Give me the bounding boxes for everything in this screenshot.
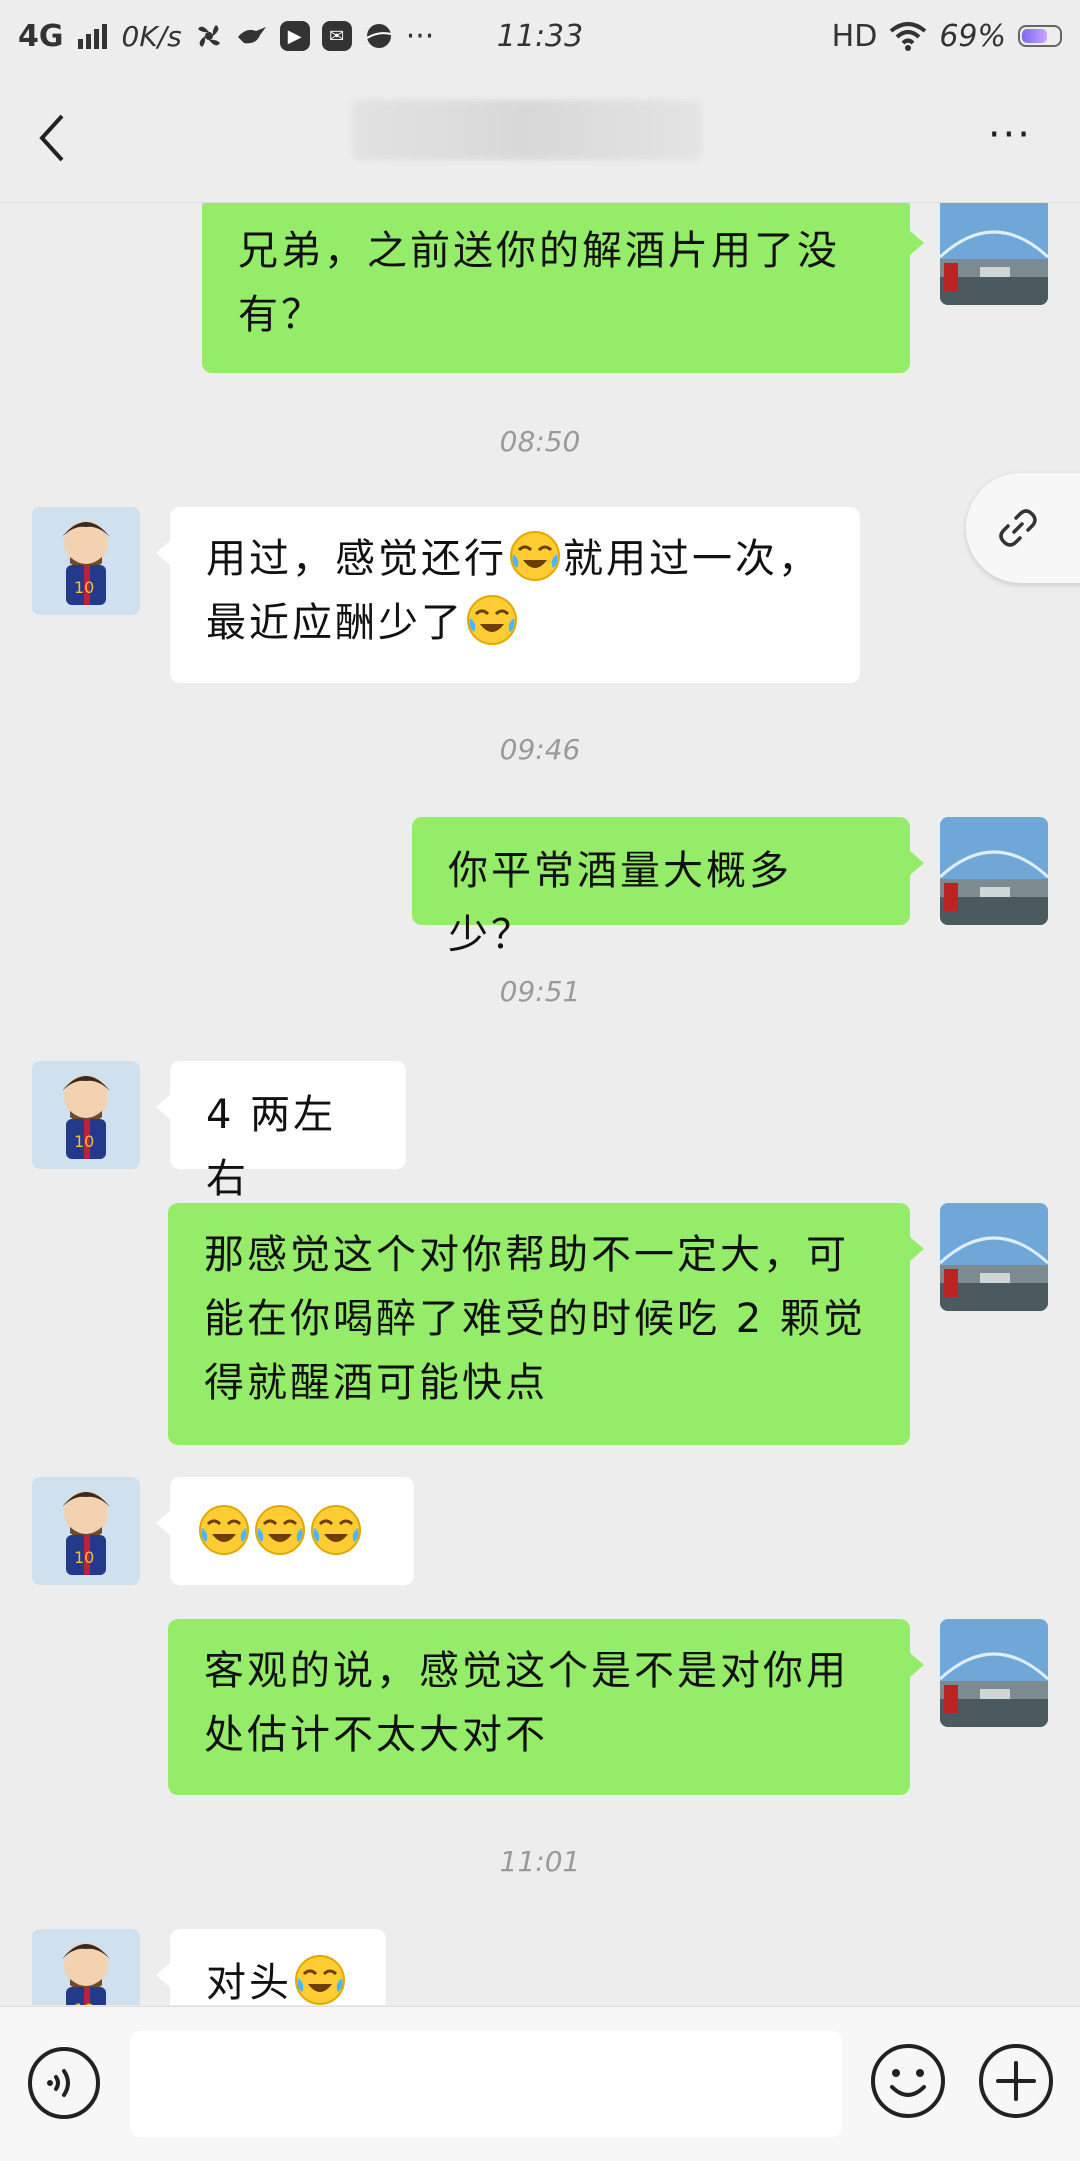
status-bar: 4G 0K/s ▶ ✉ ··· 11:33 HD 69% — [0, 0, 1080, 72]
plus-icon — [979, 2044, 1053, 2118]
hd-indicator: HD — [831, 18, 878, 54]
message-text-part: 用过，感觉还行 — [206, 536, 507, 582]
network-speed: 0K/s — [121, 19, 182, 53]
floating-link-button[interactable] — [966, 473, 1080, 583]
contact-name-blurred — [352, 100, 702, 160]
timestamp: 09:46 — [499, 733, 581, 766]
battery-percent: 69% — [939, 18, 1006, 54]
my-avatar[interactable] — [940, 203, 1048, 305]
message-bubble-outgoing[interactable]: 客观的说，感觉这个是不是对你用处估计不太大对不 — [168, 1619, 924, 1795]
emoji-button[interactable] — [868, 2041, 948, 2121]
mail-app-icon: ✉ — [321, 21, 352, 51]
voice-button[interactable] — [26, 2045, 102, 2121]
crying-laughing-emoji-icon — [310, 1504, 362, 1556]
contact-avatar[interactable] — [32, 1929, 140, 2005]
wifi-icon — [890, 22, 927, 51]
chevron-left-icon — [39, 114, 64, 162]
timestamp: 09:51 — [499, 975, 581, 1008]
bird-icon — [237, 27, 266, 44]
message-bubble-incoming[interactable]: 对头 — [156, 1929, 386, 2005]
battery-icon — [1018, 25, 1062, 47]
clock: 11:33 — [496, 18, 584, 54]
my-avatar[interactable] — [940, 1619, 1048, 1727]
planet-icon — [366, 24, 391, 48]
video-app-icon: ▶ — [279, 21, 310, 51]
message-bubble-incoming[interactable]: 用过，感觉还行 就用过一次， 最近应酬少了 — [156, 507, 860, 683]
plus-button[interactable] — [976, 2041, 1056, 2121]
message-text-part: 就用过一次， — [563, 536, 821, 582]
my-avatar[interactable] — [940, 817, 1048, 925]
my-avatar[interactable] — [940, 1203, 1048, 1311]
message-text: 客观的说，感觉这个是不是对你用处估计不太大对不 — [204, 1648, 849, 1758]
crying-laughing-emoji-icon — [294, 1954, 346, 2005]
crying-laughing-emoji-icon — [509, 530, 561, 582]
link-icon — [999, 509, 1037, 547]
crying-laughing-emoji-icon — [466, 594, 518, 646]
contact-avatar[interactable] — [32, 1477, 140, 1585]
chat-header: ··· — [0, 72, 1080, 203]
input-bar — [0, 2006, 1080, 2161]
message-text: 那感觉这个对你帮助不一定大，可能在你喝醉了难受的时候吃 2 颗觉得就醒酒可能快点 — [204, 1232, 866, 1406]
back-button[interactable] — [30, 108, 80, 168]
crying-laughing-emoji-icon — [198, 1504, 250, 1556]
contact-avatar[interactable] — [32, 507, 140, 615]
message-bubble-outgoing[interactable]: 那感觉这个对你帮助不一定大，可能在你喝醉了难受的时候吃 2 颗觉得就醒酒可能快点 — [168, 1203, 924, 1445]
more-notifications: ··· — [405, 18, 435, 54]
message-text-part: 最近应酬少了 — [206, 600, 464, 646]
message-bubble-outgoing[interactable]: 兄弟，之前送你的解酒片用了没有？ — [202, 203, 924, 373]
crying-laughing-emoji-icon — [254, 1504, 306, 1556]
message-text: 兄弟，之前送你的解酒片用了没有？ — [238, 228, 840, 338]
status-right: HD 69% — [832, 19, 1062, 54]
more-options-button[interactable]: ··· — [988, 112, 1032, 158]
battery-fill — [1022, 29, 1047, 43]
message-input[interactable] — [130, 2031, 842, 2137]
chat-area[interactable]: 兄弟，之前送你的解酒片用了没有？ 08:50 用过，感觉还行 就用过一次， 最近应… — [0, 203, 1080, 2005]
message-bubble-incoming[interactable] — [156, 1477, 414, 1585]
message-text: 4 两左右 — [206, 1092, 337, 1202]
timestamp: 08:50 — [499, 425, 581, 458]
signal-icon — [77, 24, 107, 49]
fan-icon — [197, 25, 220, 47]
timestamp: 11:01 — [499, 1845, 581, 1878]
message-bubble-outgoing[interactable]: 你平常酒量大概多少？ — [412, 817, 924, 958]
message-text: 你平常酒量大概多少？ — [448, 848, 792, 958]
status-left: 4G 0K/s ▶ ✉ ··· — [18, 19, 434, 54]
contact-avatar[interactable] — [32, 1061, 140, 1169]
network-type: 4G — [18, 18, 64, 54]
smiley-icon — [871, 2044, 945, 2118]
message-text: 对头 — [206, 1960, 292, 2005]
message-bubble-incoming[interactable]: 4 两左右 — [156, 1061, 406, 1202]
voice-icon — [28, 2047, 100, 2119]
